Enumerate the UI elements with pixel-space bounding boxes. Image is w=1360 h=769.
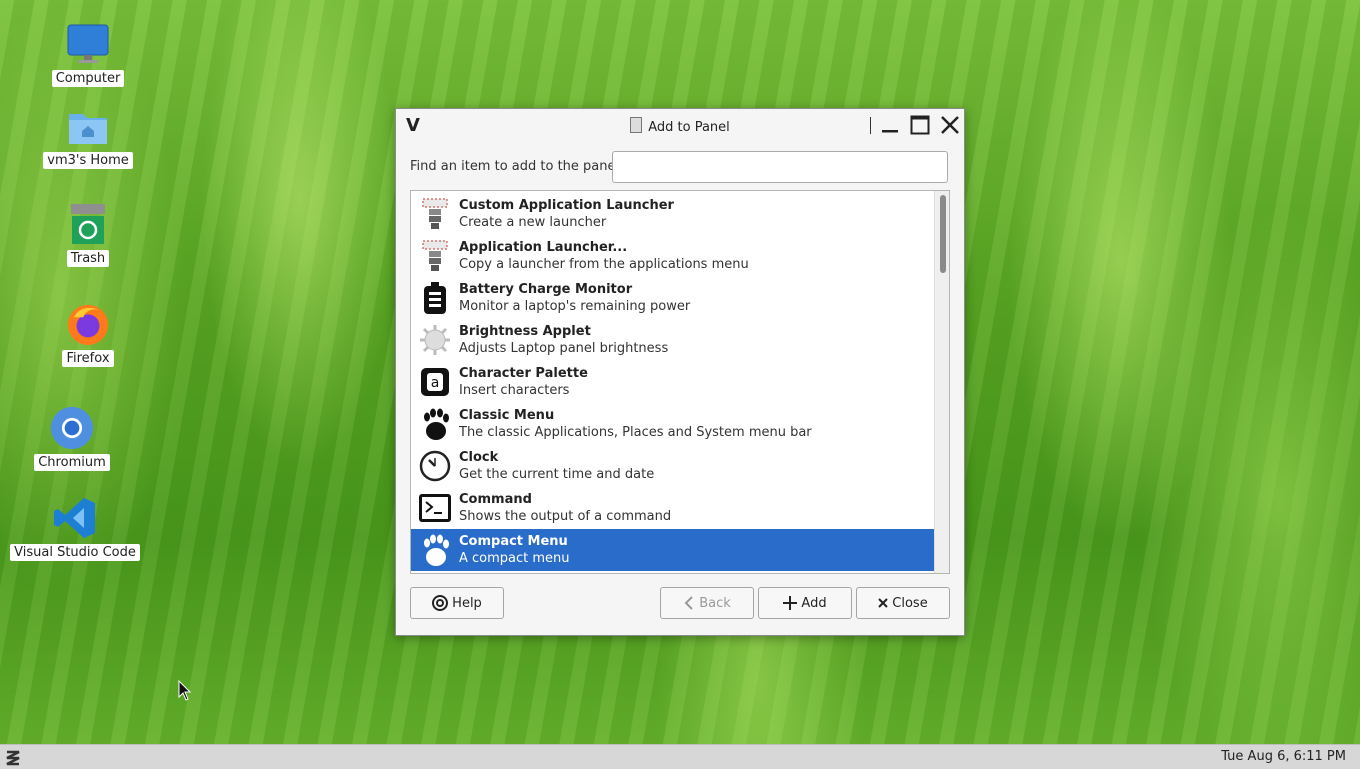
trash-icon xyxy=(66,202,110,246)
help-button[interactable]: Help xyxy=(410,587,504,619)
item-description: A compact menu xyxy=(459,551,570,566)
find-label: Find an item to add to the panel: xyxy=(410,159,624,174)
add-label: Add xyxy=(801,595,827,611)
list-item-brightness-applet[interactable]: Brightness Applet Adjusts Laptop panel br… xyxy=(411,319,935,361)
list-item-compact-menu[interactable]: Compact Menu A compact menu xyxy=(411,529,935,571)
window-close-button[interactable] xyxy=(938,113,962,137)
panel-clock[interactable]: Tue Aug 6, 6:11 PM xyxy=(1221,749,1346,764)
window-app-icon xyxy=(630,117,643,133)
character-palette-icon: a xyxy=(411,366,459,398)
computer-icon xyxy=(66,22,110,66)
add-button[interactable]: Add xyxy=(758,587,852,619)
item-description: Get the current time and date xyxy=(459,467,655,482)
list-item-command[interactable]: Command Shows the output of a command xyxy=(411,487,935,529)
item-name: Clock xyxy=(459,450,499,465)
launcher-icon xyxy=(411,239,459,273)
item-name: Command xyxy=(459,492,532,507)
scrollbar-thumb[interactable] xyxy=(940,195,946,273)
desktop-icon-vscode[interactable]: Visual Studio Code xyxy=(10,496,140,561)
item-name: Custom Application Launcher xyxy=(459,198,674,213)
clock-icon xyxy=(411,450,459,482)
item-name: Brightness Applet xyxy=(459,324,591,339)
firefox-icon xyxy=(66,302,110,346)
item-description: Copy a launcher from the applications me… xyxy=(459,257,749,272)
find-row: Find an item to add to the panel: xyxy=(410,151,950,183)
desktop-icon-firefox[interactable]: Firefox xyxy=(58,302,118,367)
vscode-icon xyxy=(53,496,97,540)
close-label: Close xyxy=(892,595,928,611)
plus-icon xyxy=(783,596,798,610)
item-description: Monitor a laptop's remaining power xyxy=(459,299,691,314)
desktop-icon-chromium[interactable]: Chromium xyxy=(34,406,110,471)
panel-menu-icon[interactable] xyxy=(4,748,22,766)
maximize-icon xyxy=(910,115,930,135)
launcher-icon xyxy=(411,197,459,231)
desktop-icon-label: Chromium xyxy=(34,454,110,471)
battery-icon xyxy=(411,281,459,315)
help-icon xyxy=(432,595,449,611)
item-name: Battery Charge Monitor xyxy=(459,282,633,297)
maximize-button[interactable] xyxy=(908,113,932,137)
terminal-icon xyxy=(411,492,459,524)
item-name: Application Launcher... xyxy=(459,240,628,255)
item-name: Character Palette xyxy=(459,366,588,381)
panel-item-list[interactable]: Custom Application Launcher Create a new … xyxy=(410,190,950,574)
item-description: Create a new launcher xyxy=(459,215,607,230)
desktop-icon-trash[interactable]: Trash xyxy=(60,202,116,267)
item-name: Compact Menu xyxy=(459,534,568,549)
desktop-icon-label: Trash xyxy=(66,250,110,267)
desktop-icon-computer[interactable]: Computer xyxy=(51,22,125,87)
gnome-foot-icon xyxy=(411,533,459,567)
item-description: Shows the output of a command xyxy=(459,509,672,524)
close-x-icon xyxy=(878,598,888,608)
list-item-custom-application-launcher[interactable]: Custom Application Launcher Create a new … xyxy=(411,193,935,235)
bottom-panel: Tue Aug 6, 6:11 PM xyxy=(0,744,1360,769)
list-item-character-palette[interactable]: a Character Palette Insert characters xyxy=(411,361,935,403)
back-button[interactable]: Back xyxy=(660,587,754,619)
item-description: Adjusts Laptop panel brightness xyxy=(459,341,669,356)
svg-text:a: a xyxy=(431,375,440,391)
brightness-icon xyxy=(411,324,459,356)
item-description: Insert characters xyxy=(459,383,570,398)
home-folder-icon xyxy=(66,104,110,148)
vertical-scrollbar[interactable] xyxy=(934,191,949,573)
list-item-battery-charge-monitor[interactable]: Battery Charge Monitor Monitor a laptop's… xyxy=(411,277,935,319)
add-to-panel-dialog: V Add to Panel Find an item to add to th… xyxy=(395,108,965,636)
list-item-clock[interactable]: Clock Get the current time and date xyxy=(411,445,935,487)
title-bar[interactable]: V Add to Panel xyxy=(396,109,964,141)
close-icon xyxy=(941,116,959,134)
title-separator xyxy=(870,117,871,134)
chevron-left-icon xyxy=(684,596,693,610)
mouse-cursor-icon xyxy=(178,680,192,701)
item-name: Classic Menu xyxy=(459,408,555,423)
find-input[interactable] xyxy=(612,151,948,183)
gnome-foot-icon xyxy=(411,407,459,441)
desktop-icon-label: Firefox xyxy=(62,350,114,367)
help-label: Help xyxy=(452,595,482,611)
back-label: Back xyxy=(699,595,731,611)
list-item-classic-menu[interactable]: Classic Menu The classic Applications, Pl… xyxy=(411,403,935,445)
desktop-icon-home[interactable]: vm3's Home xyxy=(43,104,133,169)
list-item-application-launcher[interactable]: Application Launcher... Copy a launcher f… xyxy=(411,235,935,277)
item-description: The classic Applications, Places and Sys… xyxy=(459,425,812,440)
desktop-icon-label: Visual Studio Code xyxy=(10,544,140,561)
chromium-icon xyxy=(50,406,94,450)
desktop-icon-label: Computer xyxy=(51,70,125,87)
desktop-icon-label: vm3's Home xyxy=(43,152,133,169)
close-button[interactable]: Close xyxy=(856,587,950,619)
window-title-text: Add to Panel xyxy=(648,120,730,135)
minimize-button[interactable] xyxy=(878,113,902,137)
minimize-icon xyxy=(882,130,898,133)
